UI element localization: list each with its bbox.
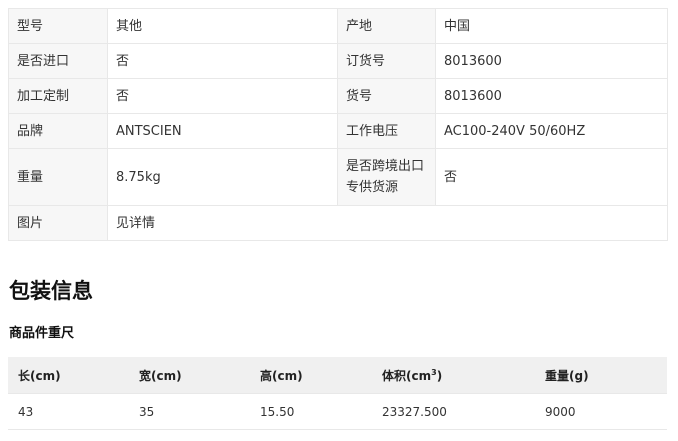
- product-attributes-table: 型号 其他 产地 中国 是否进口 否 订货号 8013600 加工定制 否 货号…: [8, 8, 668, 241]
- attribute-value-brand: ANTSCIEN: [107, 113, 338, 149]
- attribute-row: 是否进口 否 订货号 8013600: [8, 43, 668, 79]
- attribute-row: 加工定制 否 货号 8013600: [8, 78, 668, 114]
- packaging-section-title: 包装信息: [9, 279, 93, 303]
- attribute-label-customization: 加工定制: [8, 78, 108, 114]
- cell-length: 43: [8, 393, 129, 430]
- cell-height: 15.50: [250, 393, 372, 430]
- attribute-value-cross-border: 否: [435, 148, 668, 206]
- attribute-label-item-number: 货号: [337, 78, 436, 114]
- attribute-label-origin: 产地: [337, 8, 436, 44]
- attribute-value-customization: 否: [107, 78, 338, 114]
- table-header-row: 长(cm) 宽(cm) 高(cm) 体积(cm3) 重量(g): [8, 357, 667, 394]
- attribute-label-order-number: 订货号: [337, 43, 436, 79]
- column-header-volume: 体积(cm3): [372, 357, 535, 394]
- attribute-value-item-number: 8013600: [435, 78, 668, 114]
- column-header-width: 宽(cm): [129, 357, 250, 394]
- column-header-height: 高(cm): [250, 357, 372, 394]
- attribute-label-brand: 品牌: [8, 113, 108, 149]
- attribute-label-voltage: 工作电压: [337, 113, 436, 149]
- attribute-value-model: 其他: [107, 8, 338, 44]
- attribute-label-weight: 重量: [8, 148, 108, 206]
- volume-header-label: 体积(cm: [382, 368, 432, 383]
- attribute-row: 重量 8.75kg 是否跨境出口专供货源 否: [8, 148, 668, 206]
- column-header-length: 长(cm): [8, 357, 129, 394]
- attribute-row: 图片 见详情: [8, 205, 668, 241]
- attribute-label-cross-border: 是否跨境出口专供货源: [337, 148, 436, 206]
- attribute-value-picture: 见详情: [107, 205, 668, 241]
- package-dimensions-table: 长(cm) 宽(cm) 高(cm) 体积(cm3) 重量(g) 43 35 15…: [8, 357, 667, 430]
- cell-weight: 9000: [535, 393, 667, 430]
- volume-header-close: ): [436, 368, 443, 383]
- table-row: 43 35 15.50 23327.500 9000: [8, 393, 667, 430]
- attribute-label-picture: 图片: [8, 205, 108, 241]
- attribute-value-weight: 8.75kg: [107, 148, 338, 206]
- attribute-row: 品牌 ANTSCIEN 工作电压 AC100-240V 50/60HZ: [8, 113, 668, 149]
- attribute-label-imported: 是否进口: [8, 43, 108, 79]
- attribute-value-imported: 否: [107, 43, 338, 79]
- cell-width: 35: [129, 393, 250, 430]
- column-header-weight: 重量(g): [535, 357, 667, 394]
- attribute-value-origin: 中国: [435, 8, 668, 44]
- cell-volume: 23327.500: [372, 393, 535, 430]
- attribute-row: 型号 其他 产地 中国: [8, 8, 668, 44]
- attribute-value-voltage: AC100-240V 50/60HZ: [435, 113, 668, 149]
- packaging-subtitle: 商品件重尺: [9, 326, 75, 341]
- attribute-label-model: 型号: [8, 8, 108, 44]
- attribute-value-order-number: 8013600: [435, 43, 668, 79]
